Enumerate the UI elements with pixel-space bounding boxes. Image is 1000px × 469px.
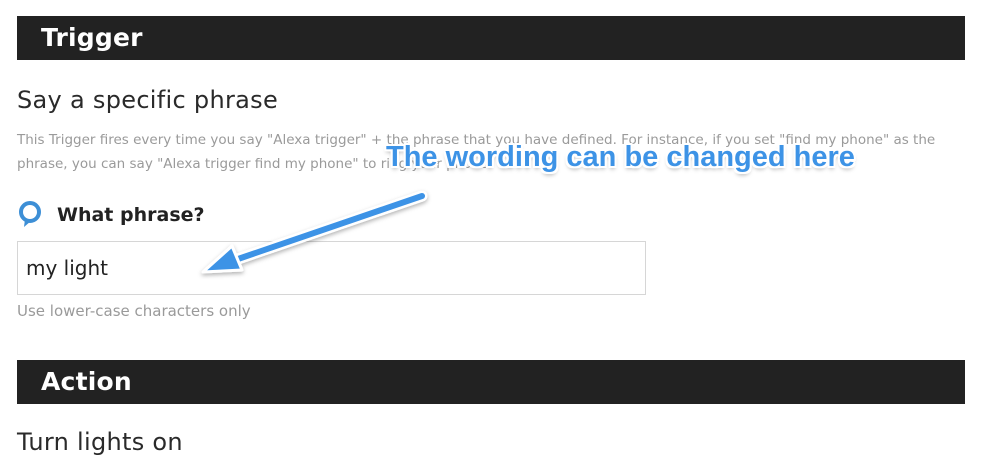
alexa-ring-icon (17, 200, 43, 230)
phrase-helper-text: Use lower-case characters only (17, 302, 251, 320)
trigger-title: Say a specific phrase (17, 86, 279, 114)
phrase-input[interactable] (17, 241, 646, 295)
annotation-callout: The wording can be changed here (386, 141, 855, 173)
phrase-field-label: What phrase? (57, 204, 205, 226)
trigger-section-header: Trigger (17, 16, 965, 60)
action-section-header: Action (17, 360, 965, 404)
phrase-field-label-row: What phrase? (17, 200, 205, 230)
action-header-label: Action (41, 367, 132, 396)
action-title: Turn lights on (17, 428, 183, 456)
trigger-header-label: Trigger (41, 23, 143, 52)
